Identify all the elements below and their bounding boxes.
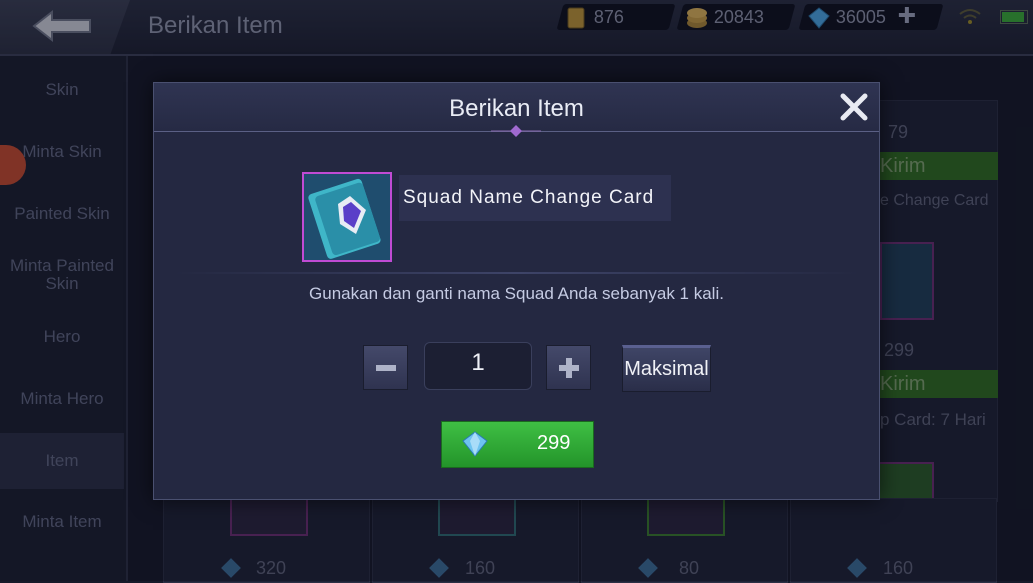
ornament-icon <box>491 125 541 137</box>
quantity-field[interactable]: 1 <box>424 342 532 390</box>
give-confirm-button[interactable]: 299 <box>441 421 594 468</box>
max-quantity-button[interactable]: Maksimal <box>622 345 711 392</box>
item-icon-frame <box>302 172 392 262</box>
item-name: Squad Name Change Card <box>403 187 655 208</box>
close-button[interactable] <box>838 91 870 123</box>
squad-card-icon <box>308 178 381 259</box>
increase-quantity-button[interactable] <box>546 345 591 390</box>
dialog-title: Berikan Item <box>449 95 584 122</box>
close-icon <box>840 93 868 121</box>
diamond-icon <box>462 431 488 457</box>
give-item-dialog: Berikan Item Squad Name Change Card Guna… <box>153 82 880 500</box>
item-description: Gunakan dan ganti nama Squad Anda sebany… <box>309 284 724 303</box>
decrease-quantity-button[interactable] <box>363 345 408 390</box>
minus-icon <box>375 364 396 371</box>
give-price: 299 <box>537 432 571 454</box>
plus-icon <box>558 357 579 378</box>
quantity-value: 1 <box>471 349 485 376</box>
divider <box>174 272 859 274</box>
